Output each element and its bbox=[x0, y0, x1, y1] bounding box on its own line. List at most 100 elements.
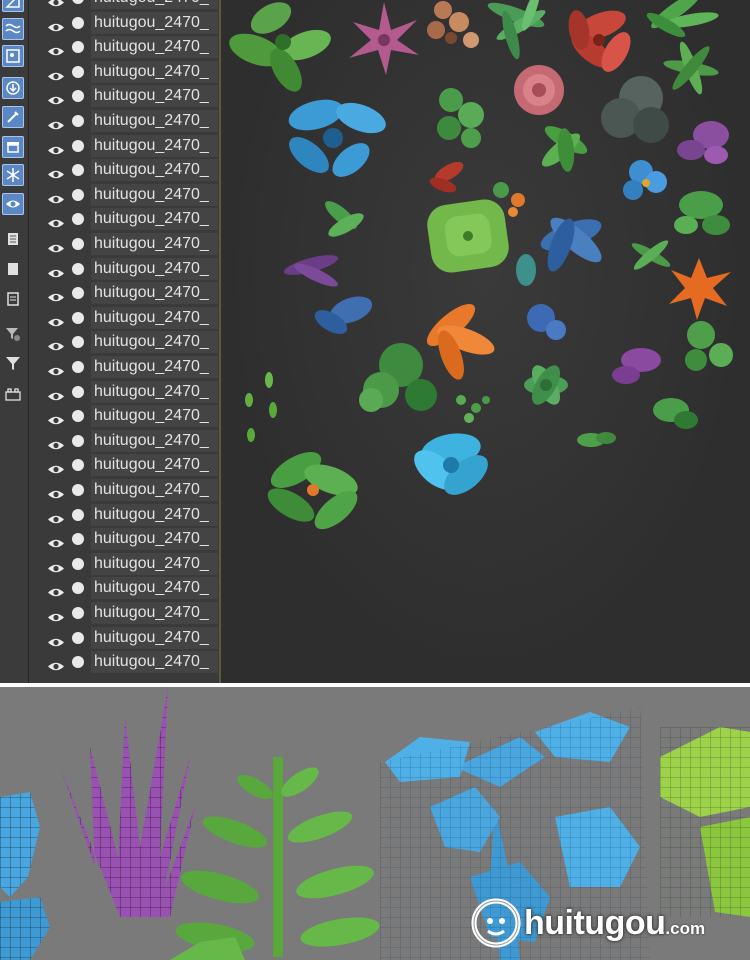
plant-model[interactable] bbox=[653, 398, 698, 429]
plant-model[interactable] bbox=[437, 88, 484, 148]
render-toggle-dot[interactable] bbox=[72, 557, 84, 570]
render-toggle-dot[interactable] bbox=[72, 16, 84, 29]
render-toggle-dot[interactable] bbox=[72, 262, 84, 275]
outliner-row[interactable]: huitugou_2470_ bbox=[29, 183, 219, 208]
outliner-row[interactable]: huitugou_2470_ bbox=[29, 35, 219, 60]
scene-outliner[interactable]: huitugou_2470_ huitugou_2470_ huitugou_247… bbox=[29, 0, 221, 683]
outliner-row[interactable]: huitugou_2470_ bbox=[29, 11, 219, 36]
visibility-eye-icon[interactable] bbox=[47, 460, 65, 479]
render-toggle-dot[interactable] bbox=[72, 410, 84, 423]
visibility-eye-icon[interactable] bbox=[47, 42, 65, 61]
outliner-item-name[interactable]: huitugou_2470_ bbox=[91, 429, 218, 452]
toolbar-eye-button[interactable] bbox=[2, 193, 24, 215]
visibility-eye-icon[interactable] bbox=[47, 264, 65, 283]
outliner-row[interactable]: huitugou_2470_ bbox=[29, 380, 219, 405]
plant-model[interactable] bbox=[225, 0, 335, 97]
outliner-item-name[interactable]: huitugou_2470_ bbox=[91, 331, 218, 354]
outliner-row[interactable]: huitugou_2470_ bbox=[29, 503, 219, 528]
visibility-eye-icon[interactable] bbox=[47, 190, 65, 209]
outliner-row[interactable]: huitugou_2470_ bbox=[29, 306, 219, 331]
plant-model[interactable] bbox=[514, 65, 564, 115]
plant-model[interactable] bbox=[425, 197, 512, 275]
outliner-row[interactable]: huitugou_2470_ bbox=[29, 626, 219, 651]
plant-model[interactable] bbox=[311, 291, 376, 339]
plant-model[interactable] bbox=[601, 76, 669, 143]
outliner-item-name[interactable]: huitugou_2470_ bbox=[91, 134, 218, 157]
plant-model[interactable] bbox=[623, 160, 667, 200]
plant-model[interactable] bbox=[427, 1, 479, 48]
outliner-item-name[interactable]: huitugou_2470_ bbox=[91, 380, 218, 403]
outliner-row[interactable]: huitugou_2470_ bbox=[29, 355, 219, 380]
outliner-item-name[interactable]: huitugou_2470_ bbox=[91, 503, 218, 526]
visibility-eye-icon[interactable] bbox=[47, 485, 65, 504]
toolbar-document-button[interactable] bbox=[2, 228, 24, 250]
render-toggle-dot[interactable] bbox=[72, 213, 84, 226]
plant-model[interactable] bbox=[685, 321, 733, 371]
plant-model[interactable] bbox=[262, 445, 363, 536]
render-toggle-dot[interactable] bbox=[72, 385, 84, 398]
outliner-item-name[interactable]: huitugou_2470_ bbox=[91, 282, 218, 305]
visibility-eye-icon[interactable] bbox=[47, 116, 65, 135]
visibility-eye-icon[interactable] bbox=[47, 583, 65, 602]
render-toggle-dot[interactable] bbox=[72, 65, 84, 78]
render-toggle-dot[interactable] bbox=[72, 656, 84, 669]
toolbar-waves-button[interactable] bbox=[2, 18, 24, 40]
toolbar-brush-button[interactable] bbox=[2, 106, 24, 128]
visibility-eye-icon[interactable] bbox=[47, 362, 65, 381]
outliner-item-name[interactable]: huitugou_2470_ bbox=[91, 233, 218, 255]
outliner-row[interactable]: huitugou_2470_ bbox=[29, 232, 219, 257]
plant-model[interactable] bbox=[428, 158, 467, 195]
visibility-eye-icon[interactable] bbox=[47, 559, 65, 578]
render-toggle-dot[interactable] bbox=[72, 115, 84, 127]
plant-model[interactable] bbox=[485, 0, 548, 61]
outliner-row[interactable]: huitugou_2470_ bbox=[29, 552, 219, 577]
visibility-eye-icon[interactable] bbox=[47, 214, 65, 233]
outliner-row[interactable]: huitugou_2470_ bbox=[29, 109, 219, 134]
outliner-item-name[interactable]: huitugou_2470_ bbox=[91, 208, 218, 231]
toolbar-filter-gear-button[interactable] bbox=[2, 323, 24, 345]
outliner-row[interactable]: huitugou_2470_ bbox=[29, 330, 219, 355]
outliner-item-name[interactable]: huitugou_2470_ bbox=[91, 0, 218, 9]
visibility-eye-icon[interactable] bbox=[47, 510, 65, 529]
toolbar-square-button[interactable] bbox=[2, 258, 24, 280]
plant-model[interactable] bbox=[245, 372, 277, 442]
visibility-eye-icon[interactable] bbox=[47, 534, 65, 553]
outliner-row[interactable]: huitugou_2470_ bbox=[29, 207, 219, 232]
render-toggle-dot[interactable] bbox=[72, 139, 84, 152]
outliner-row[interactable]: huitugou_2470_ bbox=[29, 404, 219, 429]
visibility-eye-icon[interactable] bbox=[47, 608, 65, 627]
outliner-item-name[interactable]: huitugou_2470_ bbox=[91, 356, 218, 378]
render-toggle-dot[interactable] bbox=[72, 311, 84, 324]
render-toggle-dot[interactable] bbox=[72, 90, 84, 103]
render-toggle-dot[interactable] bbox=[72, 533, 84, 546]
render-toggle-dot[interactable] bbox=[72, 361, 84, 373]
plant-model[interactable] bbox=[421, 297, 498, 383]
outliner-item-name[interactable]: huitugou_2470_ bbox=[91, 651, 218, 674]
outliner-row[interactable]: huitugou_2470_ bbox=[29, 281, 219, 306]
outliner-row[interactable]: huitugou_2470_ bbox=[29, 0, 219, 11]
render-toggle-dot[interactable] bbox=[72, 0, 84, 4]
plant-model[interactable] bbox=[456, 395, 490, 423]
visibility-eye-icon[interactable] bbox=[47, 436, 65, 455]
plant-model[interactable] bbox=[359, 343, 437, 412]
outliner-item-name[interactable]: huitugou_2470_ bbox=[91, 159, 218, 182]
plant-model[interactable] bbox=[644, 0, 720, 41]
plant-model[interactable] bbox=[537, 211, 608, 275]
outliner-item-name[interactable]: huitugou_2470_ bbox=[91, 528, 218, 551]
plant-model[interactable] bbox=[282, 251, 340, 291]
toolbar-archive-button[interactable] bbox=[2, 136, 24, 158]
visibility-eye-icon[interactable] bbox=[47, 239, 65, 258]
viewport-3d[interactable] bbox=[221, 0, 750, 683]
outliner-item-name[interactable]: huitugou_2470_ bbox=[91, 454, 218, 477]
outliner-row[interactable]: huitugou_2470_ bbox=[29, 601, 219, 626]
render-toggle-dot[interactable] bbox=[72, 434, 84, 447]
plant-model[interactable] bbox=[321, 197, 367, 241]
render-toggle-dot[interactable] bbox=[72, 582, 84, 595]
render-toggle-dot[interactable] bbox=[72, 188, 84, 201]
render-toggle-dot[interactable] bbox=[72, 459, 84, 472]
plant-model[interactable] bbox=[283, 94, 390, 183]
outliner-item-name[interactable]: huitugou_2470_ bbox=[91, 602, 218, 624]
outliner-item-name[interactable]: huitugou_2470_ bbox=[91, 626, 218, 649]
outliner-item-name[interactable]: huitugou_2470_ bbox=[91, 110, 218, 132]
visibility-eye-icon[interactable] bbox=[47, 18, 65, 37]
